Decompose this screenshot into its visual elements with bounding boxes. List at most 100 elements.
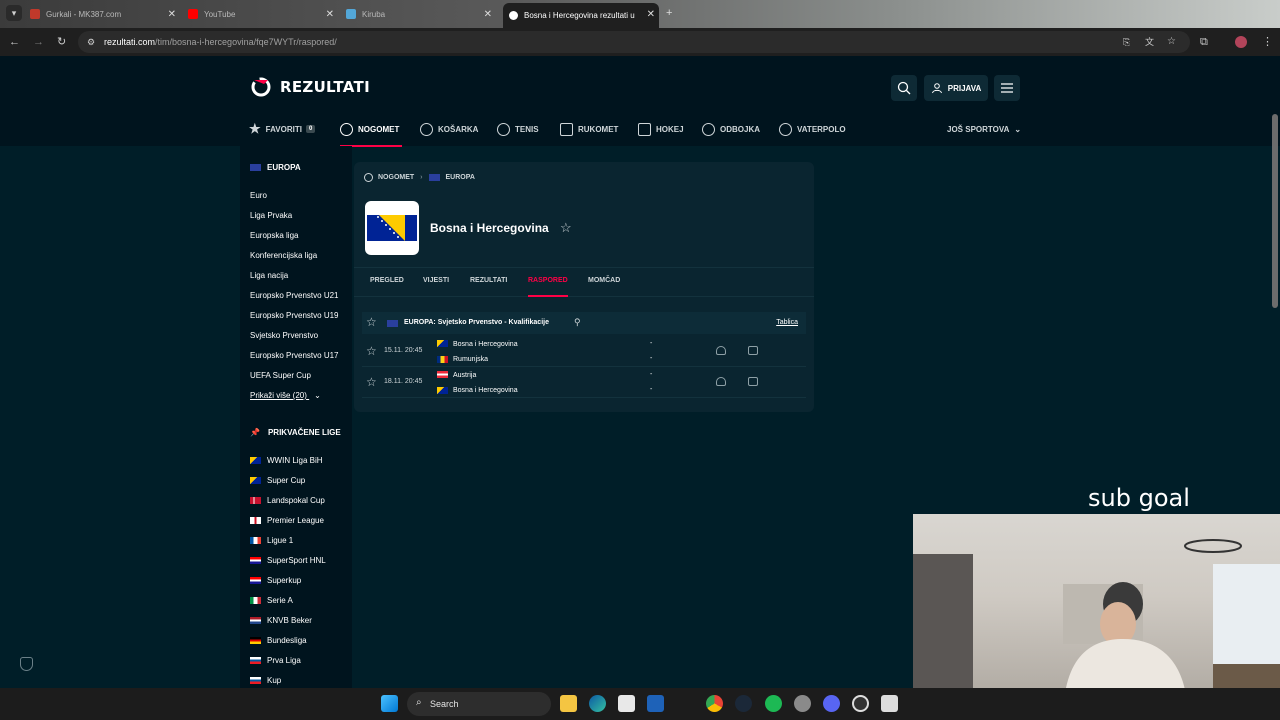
league-header-row[interactable]: ☆ EUROPA: Svjetsko Prvenstvo - Kvalifika… <box>362 312 806 334</box>
sidebar-competition-item[interactable]: Europsko Prvenstvo U19 <box>250 311 339 320</box>
site-logo[interactable]: REZULTATI <box>250 76 370 98</box>
tab-overview[interactable]: PREGLED <box>370 277 404 284</box>
menu-button[interactable] <box>994 75 1020 101</box>
extensions-icon[interactable]: ⧉ <box>1200 35 1208 49</box>
nav-sport-basketball[interactable]: KOŠARKA <box>420 120 478 138</box>
new-tab-icon[interactable]: + <box>666 6 672 20</box>
tv-icon[interactable] <box>748 377 758 386</box>
address-bar[interactable]: ⚙ rezultati.com/tim/bosna-i-hercegovina/… <box>78 31 1190 53</box>
site-info-icon[interactable]: ⚙ <box>87 35 95 49</box>
breadcrumb-sport[interactable]: NOGOMET <box>378 174 414 181</box>
discord-icon[interactable] <box>823 695 840 712</box>
browser-tab-3[interactable]: Kiruba ✕ <box>346 4 496 24</box>
nav-sport-football[interactable]: NOGOMET <box>340 120 399 138</box>
match-row[interactable]: ☆ 15.11. 20:45 Bosna i Hercegovina Rumun… <box>362 336 806 367</box>
browser-menu-icon[interactable]: ⋮ <box>1262 35 1273 49</box>
tab-results[interactable]: REZULTATI <box>470 277 507 284</box>
audio-commentary-icon[interactable] <box>716 346 726 355</box>
taskbar-search[interactable]: ⌕ Search <box>407 692 551 716</box>
store-icon[interactable] <box>618 695 635 712</box>
tv-icon[interactable] <box>748 346 758 355</box>
translate-icon[interactable]: 文 <box>1145 35 1154 49</box>
audio-commentary-icon[interactable] <box>716 377 726 386</box>
favorite-match-star-icon[interactable]: ☆ <box>366 345 377 357</box>
breadcrumb-region[interactable]: EUROPA <box>446 174 475 181</box>
nav-sport-tennis[interactable]: TENIS <box>497 120 539 138</box>
snipping-tool-icon[interactable] <box>881 695 898 712</box>
tab-squad[interactable]: MOMČAD <box>588 277 620 284</box>
browser-tab-1[interactable]: Gurkali - MK387.com ✕ <box>30 4 180 24</box>
file-explorer-icon[interactable] <box>560 695 577 712</box>
pinned-league-item[interactable]: Super Cup <box>250 476 305 485</box>
tab-search-icon[interactable]: ▾ <box>6 5 22 21</box>
pin-league-icon[interactable]: ⚲ <box>574 317 581 328</box>
close-tab-icon[interactable]: ✕ <box>168 9 176 20</box>
bookmark-star-icon[interactable]: ☆ <box>1167 35 1176 49</box>
sidebar-competition-item[interactable]: UEFA Super Cup <box>250 371 311 380</box>
sport-label: VATERPOLO <box>797 124 846 134</box>
app-icon[interactable] <box>647 695 664 712</box>
edge-icon[interactable] <box>589 695 606 712</box>
nav-sport-waterpolo[interactable]: VATERPOLO <box>779 120 846 138</box>
privacy-shield-icon[interactable] <box>20 657 33 671</box>
reload-icon[interactable]: ↻ <box>57 35 66 49</box>
obs-icon[interactable] <box>852 695 869 712</box>
youtube-icon <box>188 9 198 19</box>
nav-more-sports[interactable]: JOŠ SPORTOVA ⌄ <box>947 120 1021 138</box>
pinned-league-item[interactable]: Serie A <box>250 596 293 605</box>
nav-sport-volleyball[interactable]: ODBOJKA <box>702 120 760 138</box>
pinned-league-item[interactable]: WWIN Liga BiH <box>250 456 323 465</box>
pinned-league-item[interactable]: Prva Liga <box>250 656 301 665</box>
profile-avatar[interactable] <box>1235 36 1247 48</box>
pinned-league-item[interactable]: Superkup <box>250 576 301 585</box>
pinned-league-item[interactable]: SuperSport HNL <box>250 556 326 565</box>
pinned-league-item[interactable]: Bundesliga <box>250 636 307 645</box>
steam-icon[interactable] <box>735 695 752 712</box>
standings-link[interactable]: Tablica <box>776 319 798 326</box>
back-icon[interactable]: ← <box>9 35 20 49</box>
pinned-league-item[interactable]: Kup <box>250 676 281 685</box>
browser-tab-2[interactable]: YouTube ✕ <box>188 4 338 24</box>
close-tab-icon[interactable]: ✕ <box>647 9 655 20</box>
it-flag-icon <box>250 597 261 604</box>
sidebar-competition-item[interactable]: Liga nacija <box>250 271 288 280</box>
login-label: PRIJAVA <box>947 83 982 93</box>
sidebar-competition-item[interactable]: Svjetsko Prvenstvo <box>250 331 318 340</box>
sidebar-competition-item[interactable]: Europsko Prvenstvo U21 <box>250 291 339 300</box>
favorite-match-star-icon[interactable]: ☆ <box>366 376 377 388</box>
tab-news[interactable]: VIJESTI <box>423 277 449 284</box>
sidebar-competition-item[interactable]: Liga Prvaka <box>250 211 292 220</box>
match-time: 15.11. 20:45 <box>384 347 423 354</box>
active-tab-underline <box>528 295 568 297</box>
page-scrollbar[interactable] <box>1272 114 1278 308</box>
chrome-icon[interactable] <box>706 695 723 712</box>
pinned-league-item[interactable]: Ligue 1 <box>250 536 293 545</box>
login-button[interactable]: PRIJAVA <box>924 75 988 101</box>
sidebar-competition-item[interactable]: Euro <box>250 191 267 200</box>
forward-icon[interactable]: → <box>33 35 44 49</box>
pinned-league-item[interactable]: KNVB Beker <box>250 616 312 625</box>
browser-tab-active[interactable]: Bosna i Hercegovina rezultati u ✕ <box>503 3 659 28</box>
football-icon <box>340 122 353 136</box>
install-app-icon[interactable]: ⎘ <box>1123 35 1130 49</box>
sidebar-competition-item[interactable]: Europska liga <box>250 231 298 240</box>
sidebar-competition-item[interactable]: Konferencijska liga <box>250 251 317 260</box>
search-button[interactable] <box>891 75 917 101</box>
sidebar-competition-item[interactable]: Europsko Prvenstvo U17 <box>250 351 339 360</box>
nav-sport-hockey[interactable]: HOKEJ <box>638 120 684 138</box>
start-menu-icon[interactable] <box>381 695 398 712</box>
show-more-link[interactable]: Prikaži više (20) ⌄ <box>250 391 321 400</box>
favorite-league-star-icon[interactable]: ☆ <box>366 316 377 328</box>
close-tab-icon[interactable]: ✕ <box>326 9 334 20</box>
nav-favorites[interactable]: ★ FAVORITI 0 <box>249 120 316 138</box>
close-tab-icon[interactable]: ✕ <box>484 9 492 20</box>
settings-icon[interactable] <box>794 695 811 712</box>
region-title[interactable]: EUROPA <box>250 163 301 172</box>
pinned-league-item[interactable]: Landspokal Cup <box>250 496 325 505</box>
spotify-icon[interactable] <box>765 695 782 712</box>
tab-schedule[interactable]: RASPORED <box>528 277 568 284</box>
nav-sport-handball[interactable]: RUKOMET <box>560 120 618 138</box>
match-row[interactable]: ☆ 18.11. 20:45 Austrija Bosna i Hercegov… <box>362 367 806 398</box>
pinned-league-item[interactable]: Premier League <box>250 516 324 525</box>
favorite-team-star-icon[interactable]: ☆ <box>560 221 572 234</box>
